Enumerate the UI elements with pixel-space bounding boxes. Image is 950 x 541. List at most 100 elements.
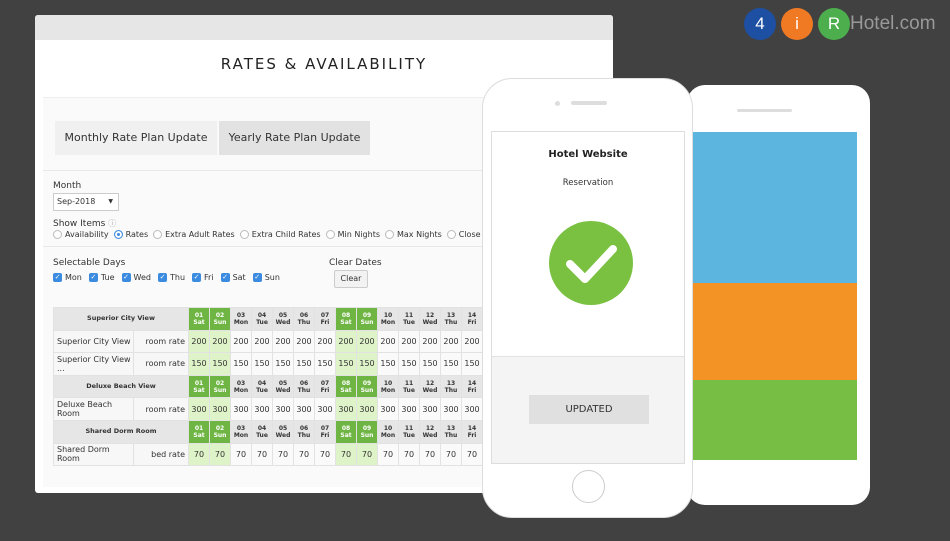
rate-cell[interactable]: 150 [377,352,399,376]
rate-cell[interactable]: 200 [377,329,399,354]
rate-cell[interactable]: 150 [293,352,315,376]
date-header[interactable]: 04 Tue [251,374,273,399]
rate-cell[interactable]: 70 [272,442,294,467]
checkbox-wed[interactable]: ✓ Wed [121,273,151,282]
tab-yearly-rate-plan[interactable]: Yearly Rate Plan Update [219,121,370,155]
rate-cell[interactable]: 300 [398,397,420,421]
date-header[interactable]: 10 Mon [377,307,399,331]
rate-cell[interactable]: 200 [335,329,357,354]
rate-cell[interactable]: 70 [293,442,315,467]
rate-cell[interactable]: 150 [356,352,378,376]
rate-cell[interactable]: 150 [419,352,441,376]
checkbox-sat[interactable]: ✓ Sat [220,273,246,282]
date-header[interactable]: 08 Sat [335,374,357,399]
rate-cell[interactable]: 200 [188,329,210,354]
date-header[interactable]: 13 Thu [440,374,462,399]
date-header[interactable]: 02 Sun [209,419,231,444]
date-header[interactable]: 11 Tue [398,307,420,331]
date-header[interactable]: 12 Wed [419,307,441,331]
rate-cell[interactable]: 70 [461,442,483,467]
date-header[interactable]: 12 Wed [419,374,441,399]
date-header[interactable]: 05 Wed [272,419,294,444]
date-header[interactable]: 02 Sun [209,374,231,399]
date-header[interactable]: 07 Fri [314,419,336,444]
date-header[interactable]: 12 Wed [419,419,441,444]
radio-extra-child-rates[interactable]: Extra Child Rates [239,230,321,239]
rate-cell[interactable]: 70 [230,442,252,467]
rate-cell[interactable]: 300 [356,397,378,421]
rate-cell[interactable]: 150 [440,352,462,376]
rate-cell[interactable]: 150 [188,352,210,376]
date-header[interactable]: 03 Mon [230,307,252,331]
date-header[interactable]: 05 Wed [272,307,294,331]
month-select[interactable]: Sep-2018 ▼ [53,193,119,211]
date-header[interactable]: 07 Fri [314,307,336,331]
checkbox-sun[interactable]: ✓ Sun [252,273,280,282]
rate-cell[interactable]: 300 [272,397,294,421]
radio-rates[interactable]: Rates [113,230,148,239]
rate-cell[interactable]: 300 [419,397,441,421]
date-header[interactable]: 04 Tue [251,307,273,331]
radio-extra-adult-rates[interactable]: Extra Adult Rates [153,230,235,239]
rate-cell[interactable]: 150 [461,352,483,376]
radio-max-nights[interactable]: Max Nights [385,230,442,239]
date-header[interactable]: 06 Thu [293,419,315,444]
rate-cell[interactable]: 70 [440,442,462,467]
date-header[interactable]: 08 Sat [335,307,357,331]
date-header[interactable]: 05 Wed [272,374,294,399]
date-header[interactable]: 11 Tue [398,374,420,399]
rate-cell[interactable]: 300 [251,397,273,421]
rate-cell[interactable]: 200 [209,329,231,354]
date-header[interactable]: 13 Thu [440,307,462,331]
rate-cell[interactable]: 200 [398,329,420,354]
rate-cell[interactable]: 70 [335,442,357,467]
rate-cell[interactable]: 200 [314,329,336,354]
date-header[interactable]: 01 Sat [188,307,210,331]
rate-cell[interactable]: 200 [272,329,294,354]
rate-cell[interactable]: 300 [293,397,315,421]
date-header[interactable]: 14 Fri [461,374,483,399]
rate-cell[interactable]: 200 [356,329,378,354]
rate-cell[interactable]: 200 [461,329,483,354]
rate-cell[interactable]: 300 [230,397,252,421]
rate-cell[interactable]: 150 [314,352,336,376]
date-header[interactable]: 06 Thu [293,374,315,399]
date-header[interactable]: 06 Thu [293,307,315,331]
rate-cell[interactable]: 70 [377,442,399,467]
date-header[interactable]: 13 Thu [440,419,462,444]
date-header[interactable]: 08 Sat [335,419,357,444]
rate-cell[interactable]: 300 [188,397,210,421]
radio-min-nights[interactable]: Min Nights [325,230,380,239]
date-header[interactable]: 14 Fri [461,307,483,331]
date-header[interactable]: 09 Sun [356,374,378,399]
rate-cell[interactable]: 150 [335,352,357,376]
home-button[interactable] [572,470,605,503]
date-header[interactable]: 10 Mon [377,419,399,444]
date-header[interactable]: 09 Sun [356,307,378,331]
date-header[interactable]: 01 Sat [188,419,210,444]
rate-cell[interactable]: 200 [419,329,441,354]
rate-cell[interactable]: 150 [209,352,231,376]
tab-monthly-rate-plan[interactable]: Monthly Rate Plan Update [55,121,217,155]
date-header[interactable]: 04 Tue [251,419,273,444]
rate-cell[interactable]: 150 [398,352,420,376]
date-header[interactable]: 10 Mon [377,374,399,399]
rate-cell[interactable]: 200 [230,329,252,354]
date-header[interactable]: 14 Fri [461,419,483,444]
date-header[interactable]: 02 Sun [209,307,231,331]
rate-cell[interactable]: 150 [272,352,294,376]
rate-cell[interactable]: 300 [314,397,336,421]
rate-cell[interactable]: 200 [293,329,315,354]
rate-cell[interactable]: 70 [356,442,378,467]
rate-cell[interactable]: 300 [461,397,483,421]
rate-cell[interactable]: 300 [440,397,462,421]
date-header[interactable]: 01 Sat [188,374,210,399]
rate-cell[interactable]: 70 [419,442,441,467]
checkbox-tue[interactable]: ✓ Tue [88,273,115,282]
rate-cell[interactable]: 70 [188,442,210,467]
checkbox-fri[interactable]: ✓ Fri [192,273,214,282]
rate-cell[interactable]: 70 [209,442,231,467]
rate-cell[interactable]: 70 [314,442,336,467]
checkbox-mon[interactable]: ✓ Mon [53,273,82,282]
rate-cell[interactable]: 200 [440,329,462,354]
